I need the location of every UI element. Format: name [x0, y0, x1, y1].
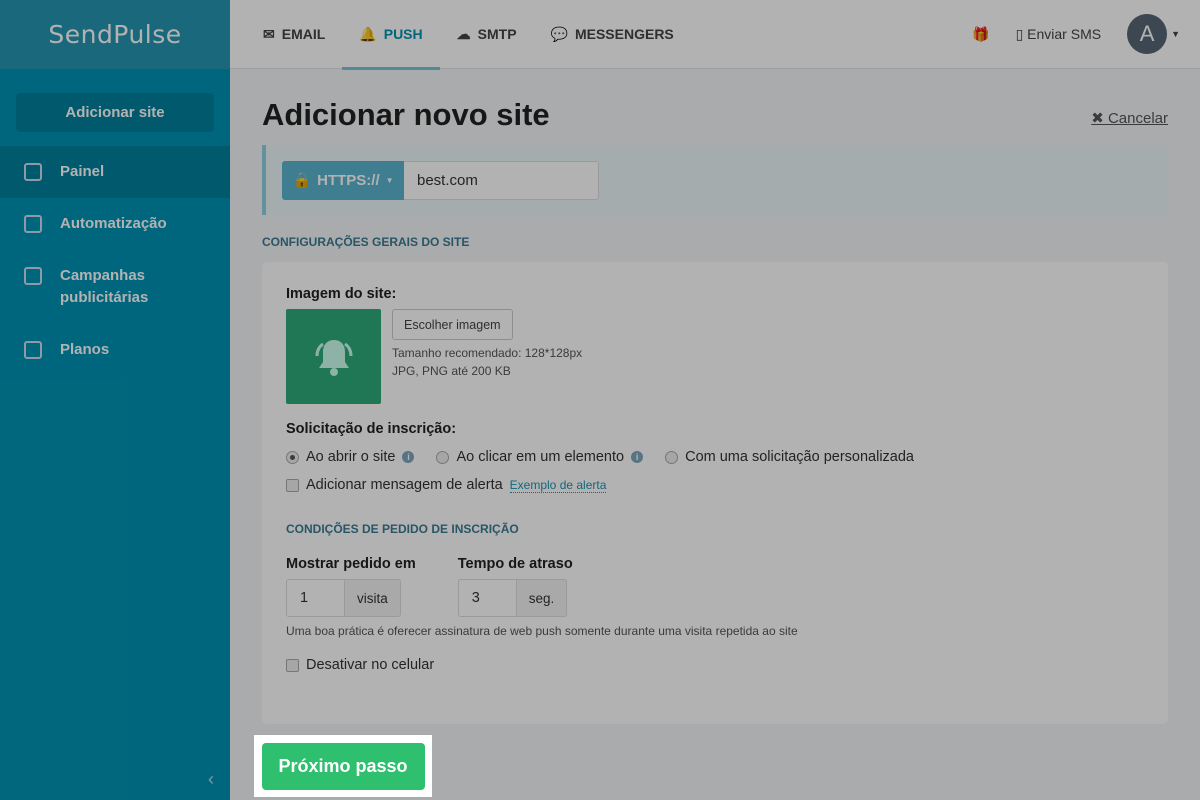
next-step-button[interactable]: Próximo passo — [261, 742, 425, 790]
highlight-frame: Próximo passo — [254, 735, 432, 797]
dim-overlay — [0, 0, 1200, 800]
